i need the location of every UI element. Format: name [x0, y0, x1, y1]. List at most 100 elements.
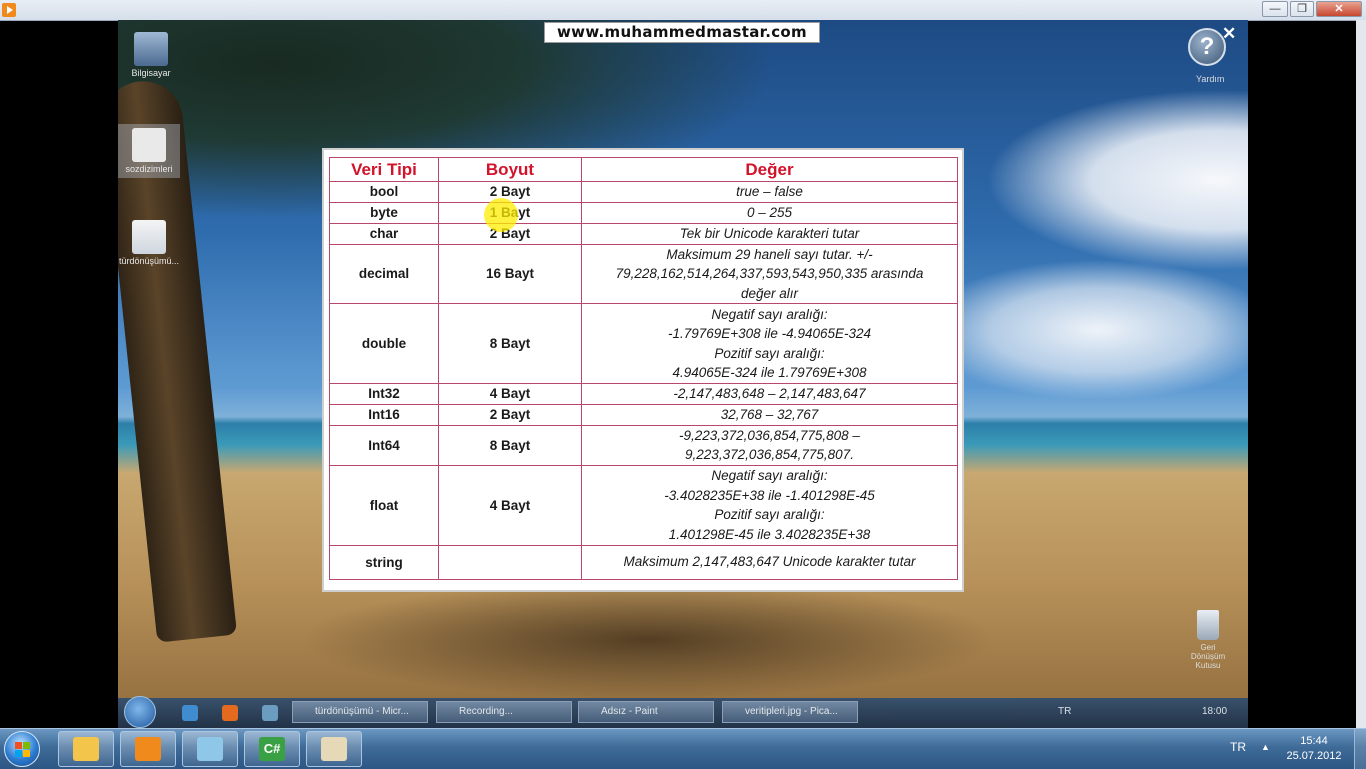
table-row: Int64 8 Bayt -9,223,372,036,854,775,808 – 9… — [329, 424, 958, 466]
recycle-bin-label: Geri Dönüşüm Kutusu — [1190, 643, 1226, 670]
cell-value-line: 0 – 255 — [746, 204, 793, 220]
cell-value-line: Negatif sayı aralığı: — [711, 306, 828, 322]
desktop-icon-turdonusumu[interactable]: türdönüşümü... — [118, 220, 180, 266]
network-icon — [262, 705, 278, 721]
cell-value-line: 32,768 – 32,767 — [720, 406, 819, 422]
cell-value-line: Maksimum 2,147,483,647 Unicode karakter … — [623, 554, 916, 570]
table-row: string Maksimum 2,147,483,647 Unicode kar… — [329, 544, 958, 580]
recorded-task-paint: Adsız - Paint — [578, 701, 714, 723]
recorded-tray-lang: TR — [1058, 706, 1072, 717]
cell-size: 2 Bayt — [438, 403, 582, 426]
taskbar-button[interactable] — [182, 731, 238, 767]
cell-value-line: Pozitif sayı aralığı: — [714, 345, 825, 361]
cell-value-line: true – false — [736, 184, 803, 199]
cell-type: string — [329, 544, 439, 580]
recorded-tray-time: 18:00 — [1202, 706, 1228, 717]
table-row: decimal 16 Bayt Maksimum 29 haneli sayı tu… — [329, 243, 958, 304]
cell-value-line: -1.79769E+308 ile -4.94065E-324 — [667, 326, 872, 341]
cell-value-line: -9,223,372,036,854,775,808 – — [679, 427, 860, 443]
cell-value: Negatif sayı aralığı: -3.4028235E+38 ile … — [581, 464, 958, 546]
cell-value: -9,223,372,036,854,775,808 – 9,223,372,03… — [581, 424, 958, 466]
clock[interactable]: 15:44 25.07.2012 — [1282, 734, 1346, 764]
recycle-bin-icon — [1197, 610, 1219, 640]
cell-value: Maksimum 2,147,483,647 Unicode karakter … — [581, 544, 958, 580]
minimize-button[interactable]: — — [1262, 1, 1288, 17]
cell-value-line: Pozitif sayı aralığı: — [714, 507, 825, 522]
cell-size: 4 Bayt — [438, 464, 582, 546]
data-types-slide: Veri Tipi Boyut Değer bool 2 Bayt true – f… — [322, 148, 964, 592]
cell-size: 2 Bayt — [438, 181, 582, 203]
help-button[interactable]: ? — [1188, 28, 1226, 66]
desktop-icon-label: sozdizimleri — [125, 164, 173, 174]
restore-button[interactable]: ❐ — [1290, 1, 1314, 17]
cell-type: bool — [329, 181, 439, 203]
cell-value-line: değer alır — [740, 285, 799, 301]
header-size: Boyut — [438, 157, 582, 182]
cell-value-line: -2,147,483,648 – 2,147,483,647 — [673, 386, 866, 401]
recycle-bin[interactable]: Geri Dönüşüm Kutusu — [1188, 610, 1228, 670]
cell-type: byte — [329, 201, 439, 224]
header-type: Veri Tipi — [329, 157, 439, 182]
taskbar-button[interactable] — [306, 731, 362, 767]
taskbar-button[interactable]: C# — [244, 731, 300, 767]
cell-type: Int16 — [329, 403, 439, 426]
cell-value-line: -3.4028235E+38 ile -1.401298E-45 — [664, 487, 875, 503]
site-banner: www.muhammedmastar.com — [544, 22, 820, 43]
player-logo-icon — [2, 3, 16, 17]
help-label: Yardım — [1196, 74, 1225, 84]
cell-type: float — [329, 464, 439, 546]
cell-value: 32,768 – 32,767 — [581, 403, 958, 426]
start-button[interactable] — [4, 731, 40, 767]
document-icon — [132, 220, 166, 254]
media-player-icon — [135, 737, 161, 761]
clock-time: 15:44 — [1300, 735, 1328, 747]
cell-size — [438, 544, 582, 580]
cell-value-line: 9,223,372,036,854,775,807. — [685, 447, 854, 462]
taskbar: C# TR ▲ 15:44 25.07.2012 — [0, 728, 1366, 769]
explorer-icon — [73, 737, 99, 761]
cell-type: char — [329, 222, 439, 245]
cell-value-line: Maksimum 29 haneli sayı tutar. +/- — [666, 246, 873, 262]
recorded-task-picasa: veritipleri.jpg - Pica... — [722, 701, 858, 723]
recorded-start-icon — [124, 696, 156, 728]
table-row: double 8 Bayt Negatif sayı aralığı: -1.7976… — [329, 303, 958, 384]
cell-size: 4 Bayt — [438, 383, 582, 405]
csharp-icon: C# — [259, 737, 285, 761]
cell-value-line: Negatif sayı aralığı: — [711, 468, 828, 483]
paint-icon — [321, 737, 347, 761]
desktop-icon-label: türdönüşümü... — [118, 256, 180, 266]
cell-value: Tek bir Unicode karakteri tutar — [581, 222, 958, 245]
overlay-close-icon[interactable]: ✕ — [1222, 24, 1236, 44]
header-value: Değer — [581, 157, 958, 182]
cursor-highlight — [484, 198, 518, 232]
cell-type: Int64 — [329, 424, 439, 466]
show-hidden-icons-icon[interactable]: ▲ — [1261, 742, 1270, 752]
taskbar-button[interactable] — [58, 731, 114, 767]
recorded-task-word: türdönüşümü - Micr... — [292, 701, 428, 723]
table-header-row: Veri Tipi Boyut Değer — [329, 157, 958, 182]
cell-value: true – false — [581, 181, 958, 203]
language-indicator[interactable]: TR — [1230, 740, 1246, 754]
table-row: Int32 4 Bayt -2,147,483,648 – 2,147,483,64… — [329, 383, 958, 405]
cell-value-line: Tek bir Unicode karakteri tutar — [679, 225, 860, 241]
table-row: Int16 2 Bayt 32,768 – 32,767 — [329, 403, 958, 426]
table-row: byte1 Bayt0 – 255 — [329, 201, 958, 224]
cell-value: -2,147,483,648 – 2,147,483,647 — [581, 383, 958, 405]
cell-value: Negatif sayı aralığı: -1.79769E+308 ile -… — [581, 303, 958, 384]
desktop-icon-label: Bilgisayar — [131, 68, 171, 78]
cell-size: 8 Bayt — [438, 303, 582, 384]
computer-icon — [134, 32, 168, 66]
cell-value: 0 – 255 — [581, 201, 958, 224]
cell-value-line: 4.94065E-324 ile 1.79769E+308 — [672, 365, 867, 380]
taskbar-button[interactable] — [120, 731, 176, 767]
desktop-icon-sozdizimleri[interactable]: sozdizimleri — [118, 124, 180, 178]
close-button[interactable]: ✕ — [1316, 1, 1362, 17]
cell-value-line: 79,228,162,514,264,337,593,543,950,335 a… — [615, 266, 924, 281]
cell-size: 8 Bayt — [438, 424, 582, 466]
cell-type: double — [329, 303, 439, 384]
firefox-icon — [222, 705, 238, 721]
wallpaper-palm-shadow — [298, 580, 998, 700]
player-titlebar: — ❐ ✕ — [0, 0, 1366, 21]
desktop-icon-computer[interactable]: Bilgisayar — [120, 32, 182, 78]
show-desktop-button[interactable] — [1354, 729, 1366, 769]
